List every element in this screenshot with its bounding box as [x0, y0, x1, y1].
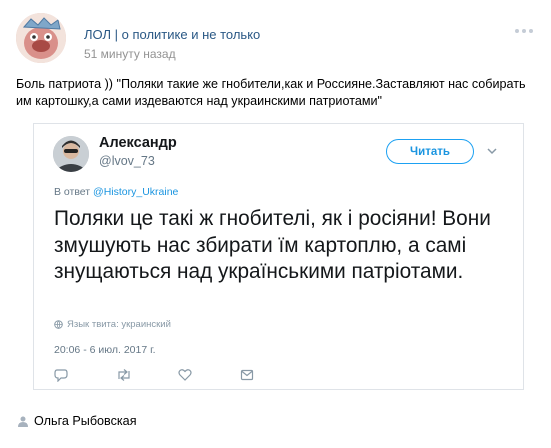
reply-icon[interactable] — [54, 368, 68, 382]
tweet-avatar-image — [53, 136, 89, 172]
tweet-text: Поляки це такі ж гнобителі, як і росіяни… — [54, 207, 491, 283]
tweet-author-name[interactable]: Александр — [99, 135, 177, 151]
follow-button[interactable]: Читать — [386, 139, 474, 164]
like-icon[interactable] — [178, 368, 192, 382]
reply-to: В ответ @History_Ukraine — [54, 186, 178, 198]
reply-prefix: В ответ — [54, 186, 91, 198]
tweet-author-handle[interactable]: @lvov_73 — [99, 154, 155, 168]
post-more-icon[interactable] — [515, 29, 533, 33]
tweet-date[interactable]: 20:06 - 6 июл. 2017 г. — [54, 344, 156, 356]
retweet-icon[interactable] — [116, 368, 132, 382]
embedded-tweet[interactable]: Александр @lvov_73 Читать В ответ @Histo… — [33, 123, 524, 390]
tweet-language: Язык твита: украинский — [54, 319, 171, 330]
community-avatar-image — [16, 13, 66, 63]
post-source-author-name[interactable]: Ольга Рыбовская — [34, 414, 137, 428]
tweet-actions — [54, 367, 302, 383]
community-avatar[interactable] — [16, 13, 66, 63]
globe-icon — [54, 320, 63, 329]
direct-message-icon[interactable] — [240, 368, 254, 382]
reply-handle-link[interactable]: @History_Ukraine — [93, 186, 178, 198]
post-author-link[interactable]: ЛОЛ | о политике и не только — [84, 27, 260, 42]
post-header: ЛОЛ | о политике и не только 51 минуту н… — [16, 13, 260, 65]
user-icon — [18, 416, 28, 427]
tweet-author-avatar[interactable] — [53, 136, 89, 172]
tweet-language-label: Язык твита: украинский — [67, 319, 171, 330]
post-text: Боль патриота )) "Поляки такие же гнобит… — [16, 77, 526, 108]
chevron-down-icon[interactable] — [486, 145, 498, 157]
post-time[interactable]: 51 минуту назад — [84, 47, 260, 61]
post-source-author[interactable]: Ольга Рыбовская — [18, 414, 137, 428]
